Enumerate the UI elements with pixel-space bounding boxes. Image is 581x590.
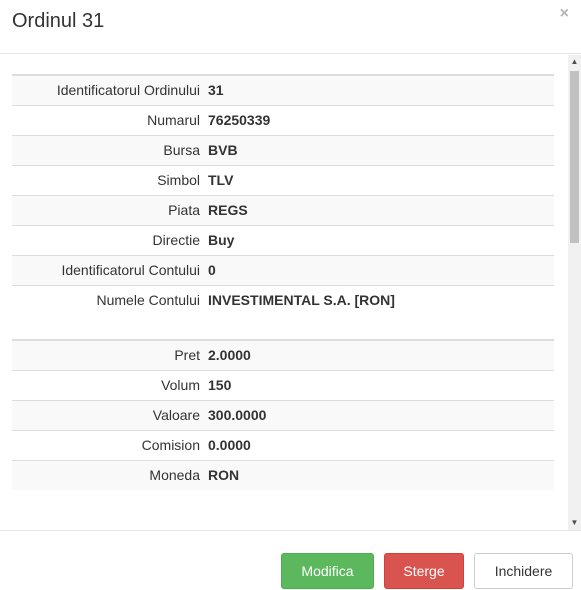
order-modal: Ordinul 31 × Identificatorul Ordinului 3… — [0, 0, 581, 590]
order-id-value: 31 — [204, 75, 554, 106]
volume-label: Volum — [12, 369, 204, 400]
exchange-label: Bursa — [12, 135, 204, 166]
vertical-scrollbar[interactable]: ▲ ▼ — [568, 55, 581, 530]
table-row: Directie Buy — [12, 225, 554, 256]
table-row: Comision 0.0000 — [12, 429, 554, 460]
modal-header: Ordinul 31 × — [0, 0, 581, 54]
number-value: 76250339 — [204, 105, 554, 136]
currency-value: RON — [204, 459, 554, 490]
account-id-value: 0 — [204, 255, 554, 286]
table-row: Numarul 76250339 — [12, 105, 554, 136]
amount-label: Valoare — [12, 399, 204, 430]
table-row: Piata REGS — [12, 195, 554, 226]
scrollbar-thumb[interactable] — [570, 71, 579, 243]
modal-title: Ordinul 31 — [12, 10, 105, 32]
table-row: Numele Contului INVESTIMENTAL S.A. [RON] — [12, 285, 554, 316]
close-icon[interactable]: × — [560, 6, 569, 22]
price-label: Pret — [12, 339, 204, 370]
commission-label: Comision — [12, 429, 204, 460]
table-row: Pret 2.0000 — [12, 339, 554, 370]
close-button[interactable]: Inchidere — [474, 553, 573, 589]
table-row: Volum 150 — [12, 369, 554, 400]
modal-body: Identificatorul Ordinului 31 Numarul 762… — [0, 55, 581, 530]
market-label: Piata — [12, 195, 204, 226]
table-row: Bursa BVB — [12, 135, 554, 166]
symbol-value: TLV — [204, 165, 554, 196]
direction-label: Directie — [12, 225, 204, 256]
table-row: Identificatorul Ordinului 31 — [12, 75, 554, 106]
scroll-down-icon[interactable]: ▼ — [568, 516, 581, 530]
account-id-label: Identificatorul Contului — [12, 255, 204, 286]
account-name-label: Numele Contului — [12, 285, 204, 316]
number-label: Numarul — [12, 105, 204, 136]
currency-label: Moneda — [12, 459, 204, 490]
order-details-table: Identificatorul Ordinului 31 Numarul 762… — [12, 74, 554, 316]
amount-value: 300.0000 — [204, 399, 554, 430]
price-value: 2.0000 — [204, 339, 554, 370]
table-row: Valoare 300.0000 — [12, 399, 554, 430]
price-details-table: Pret 2.0000 Volum 150 Valoare 300.0000 C… — [12, 338, 554, 490]
modal-footer: Modifica Sterge Inchidere — [0, 530, 581, 590]
modify-button[interactable]: Modifica — [281, 553, 374, 589]
order-id-label: Identificatorul Ordinului — [12, 75, 204, 106]
symbol-label: Simbol — [12, 165, 204, 196]
market-value: REGS — [204, 195, 554, 226]
account-name-value: INVESTIMENTAL S.A. [RON] — [204, 285, 554, 316]
table-row: Identificatorul Contului 0 — [12, 255, 554, 286]
details-content: Identificatorul Ordinului 31 Numarul 762… — [12, 74, 554, 490]
table-row: Simbol TLV — [12, 165, 554, 196]
commission-value: 0.0000 — [204, 429, 554, 460]
delete-button[interactable]: Sterge — [384, 553, 464, 589]
exchange-value: BVB — [204, 135, 554, 166]
scroll-up-icon[interactable]: ▲ — [568, 55, 581, 69]
volume-value: 150 — [204, 369, 554, 400]
direction-value: Buy — [204, 225, 554, 256]
table-row: Moneda RON — [12, 459, 554, 490]
